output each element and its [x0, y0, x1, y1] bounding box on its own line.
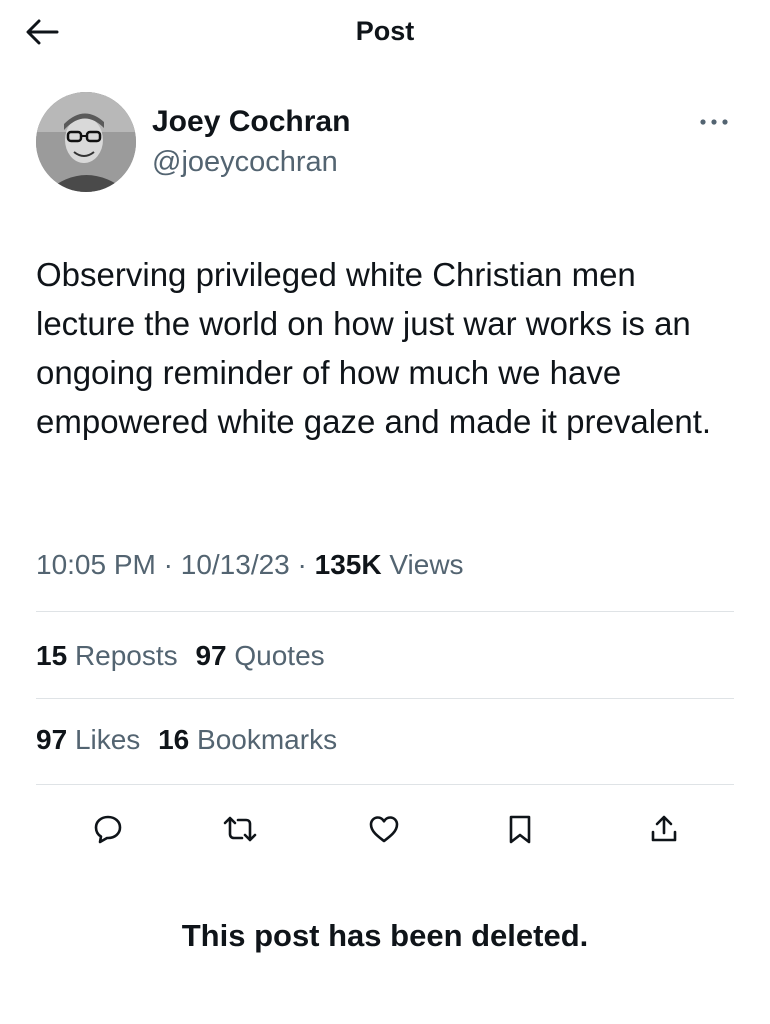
stats-row-likes-bookmarks: 97 Likes 16 Bookmarks: [36, 722, 347, 758]
reply-icon: [94, 815, 122, 844]
divider: [36, 698, 734, 699]
reposts-count: 15: [36, 640, 68, 671]
reply-button[interactable]: [86, 807, 130, 851]
bookmarks-stat[interactable]: 16 Bookmarks: [158, 722, 337, 758]
stats-row-reposts-quotes: 15 Reposts 97 Quotes: [36, 638, 335, 674]
reposts-stat[interactable]: 15 Reposts: [36, 638, 178, 674]
more-horizontal-icon: [700, 119, 728, 125]
page-title: Post: [355, 16, 415, 46]
author-handle[interactable]: @joeycochran: [152, 144, 338, 180]
views-count: 135K: [314, 549, 382, 580]
post-time[interactable]: 10:05 PM: [36, 549, 156, 580]
repost-icon: [223, 816, 257, 842]
meta-separator: ·: [163, 549, 173, 580]
likes-label: Likes: [74, 724, 141, 755]
post-meta: 10:05 PM · 10/13/23 · 135K Views: [36, 547, 464, 583]
like-icon: [369, 816, 399, 843]
like-button[interactable]: [362, 807, 406, 851]
divider: [36, 611, 734, 612]
divider: [36, 784, 734, 785]
quotes-stat[interactable]: 97 Quotes: [195, 638, 324, 674]
quotes-label: Quotes: [234, 640, 325, 671]
author-name[interactable]: Joey Cochran: [152, 104, 350, 140]
likes-stat[interactable]: 97 Likes: [36, 722, 140, 758]
likes-count: 97: [36, 724, 68, 755]
bookmark-button[interactable]: [498, 807, 542, 851]
avatar-photo: [36, 92, 136, 192]
more-options-button[interactable]: [694, 110, 734, 134]
share-button[interactable]: [642, 807, 686, 851]
views-label: Views: [389, 549, 464, 580]
post-date[interactable]: 10/13/23: [181, 549, 290, 580]
share-icon: [651, 815, 677, 842]
meta-separator: ·: [297, 549, 307, 580]
action-bar: [0, 805, 770, 855]
post-text: Observing privileged white Christian men…: [36, 256, 712, 440]
repost-button[interactable]: [218, 807, 262, 851]
top-bar: Post: [0, 0, 770, 62]
reposts-label: Reposts: [74, 640, 178, 671]
deleted-post-notice: This post has been deleted.: [181, 918, 589, 953]
bookmarks-count: 16: [158, 724, 190, 755]
quotes-count: 97: [195, 640, 227, 671]
avatar[interactable]: [36, 92, 136, 192]
post-author: Joey Cochran @joeycochran: [36, 92, 736, 192]
bookmarks-label: Bookmarks: [197, 724, 338, 755]
bookmark-icon: [509, 815, 531, 844]
